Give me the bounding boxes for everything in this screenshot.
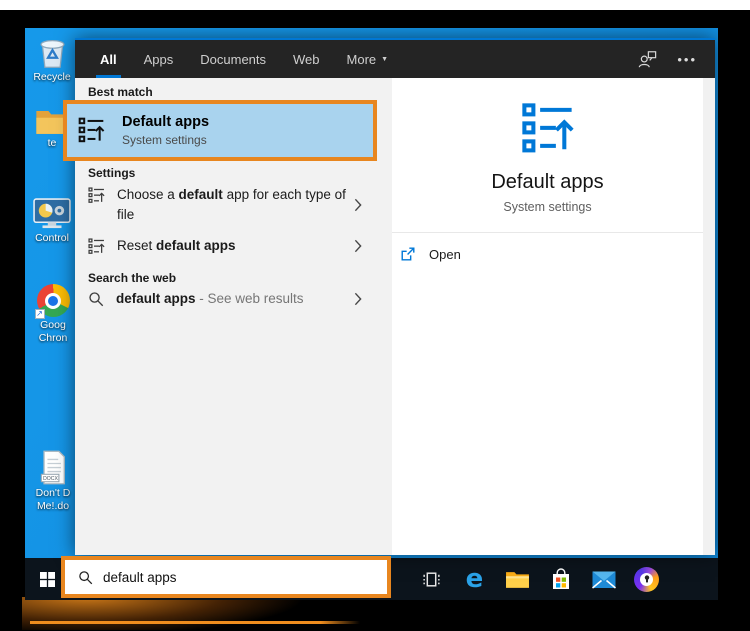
result-web-search[interactable]: default apps - See web results [75,289,377,309]
tab-more[interactable]: More ▼ [343,40,393,78]
annotation-glow-line [30,621,360,624]
docx-file-icon: DOCX [40,450,65,485]
default-apps-icon [88,187,105,203]
docx-badge: DOCX [43,476,58,482]
desktop-icon-label: Recycle [33,70,71,83]
divider [392,232,703,233]
windows-logo-icon [39,571,55,587]
default-apps-icon [521,102,575,156]
mail-icon [591,571,616,589]
desktop-icon-label: Control [35,231,69,244]
desktop-icon-recycle-bin[interactable]: Recycle [29,33,75,83]
open-label: Open [429,246,461,262]
section-label-settings: Settings [88,166,136,180]
best-match-subtitle: System settings [122,133,207,147]
annotation-glow [22,597,377,630]
mail-button[interactable] [590,558,617,600]
default-apps-icon [78,117,105,143]
best-match-result[interactable]: Default apps System settings [67,104,373,157]
secure-browser-icon [634,566,659,592]
edge-icon: e [465,564,484,594]
lock-icon [644,575,649,583]
task-view-button[interactable] [418,558,445,600]
desktop-icon-docx-document[interactable]: DOCX Don't D Me!.do [31,450,75,512]
default-apps-icon [88,238,105,254]
annotation-highlight-best-match: Default apps System settings [63,100,377,161]
tab-documents[interactable]: Documents [196,40,270,78]
shortcut-arrow-icon: ↗ [34,309,45,319]
desktop-icon-label: Chron [38,331,68,344]
desktop-icon-label: Don't D [35,487,71,500]
file-explorer-icon [506,572,529,588]
store-button[interactable] [547,558,574,600]
tab-all[interactable]: All [96,40,121,78]
recycle-bin-icon [39,39,65,68]
open-action[interactable]: Open [392,236,703,272]
annotation-highlight-search-box [61,556,391,598]
secure-browser-button[interactable] [633,558,660,600]
desktop-icon-label: Me!.do [36,499,70,512]
task-view-icon [423,571,440,587]
desktop-icon-google-chrome[interactable]: ↗ Goog Chron [31,284,75,344]
search-icon [89,292,104,307]
tab-web[interactable]: Web [289,40,324,78]
section-label-search-the-web: Search the web [88,271,177,285]
result-choose-default-app[interactable]: Choose a default app for each type of fi… [75,185,377,225]
chevron-right-icon [354,239,362,253]
store-icon [552,568,569,589]
control-panel-icon [33,198,71,229]
preview-title: Default apps [491,171,604,193]
search-tabs-bar: All Apps Documents Web More ▼ ••• [75,40,715,78]
feedback-icon[interactable] [637,50,657,69]
tab-apps[interactable]: Apps [140,40,178,78]
search-icon [79,570,93,584]
edge-button[interactable]: e [461,558,488,600]
open-icon [401,247,415,261]
taskbar-search-input[interactable] [103,569,353,585]
section-label-best-match: Best match [88,85,153,99]
windows-desktop-screenshot: Recycle te Control ↗ Goog Chron DOCX Don… [0,0,750,631]
desktop-icon-label: te [47,137,57,150]
google-chrome-icon: ↗ [34,284,70,319]
result-reset-default-apps[interactable]: Reset default apps [75,236,377,256]
scrollbar-track[interactable] [703,78,715,555]
search-preview-pane: Default apps System settings Open [392,78,715,555]
preview-subtitle: System settings [503,200,592,214]
start-button[interactable] [33,558,61,600]
chevron-down-icon: ▼ [381,55,389,63]
chevron-right-icon [354,198,362,212]
best-match-title: Default apps [122,114,210,130]
desktop-icon-control-panel[interactable]: Control [26,198,78,244]
desktop-icon-label: Goog [40,319,66,331]
chevron-right-icon [354,292,362,306]
more-options-icon[interactable]: ••• [677,52,697,67]
file-explorer-button[interactable] [504,558,531,600]
